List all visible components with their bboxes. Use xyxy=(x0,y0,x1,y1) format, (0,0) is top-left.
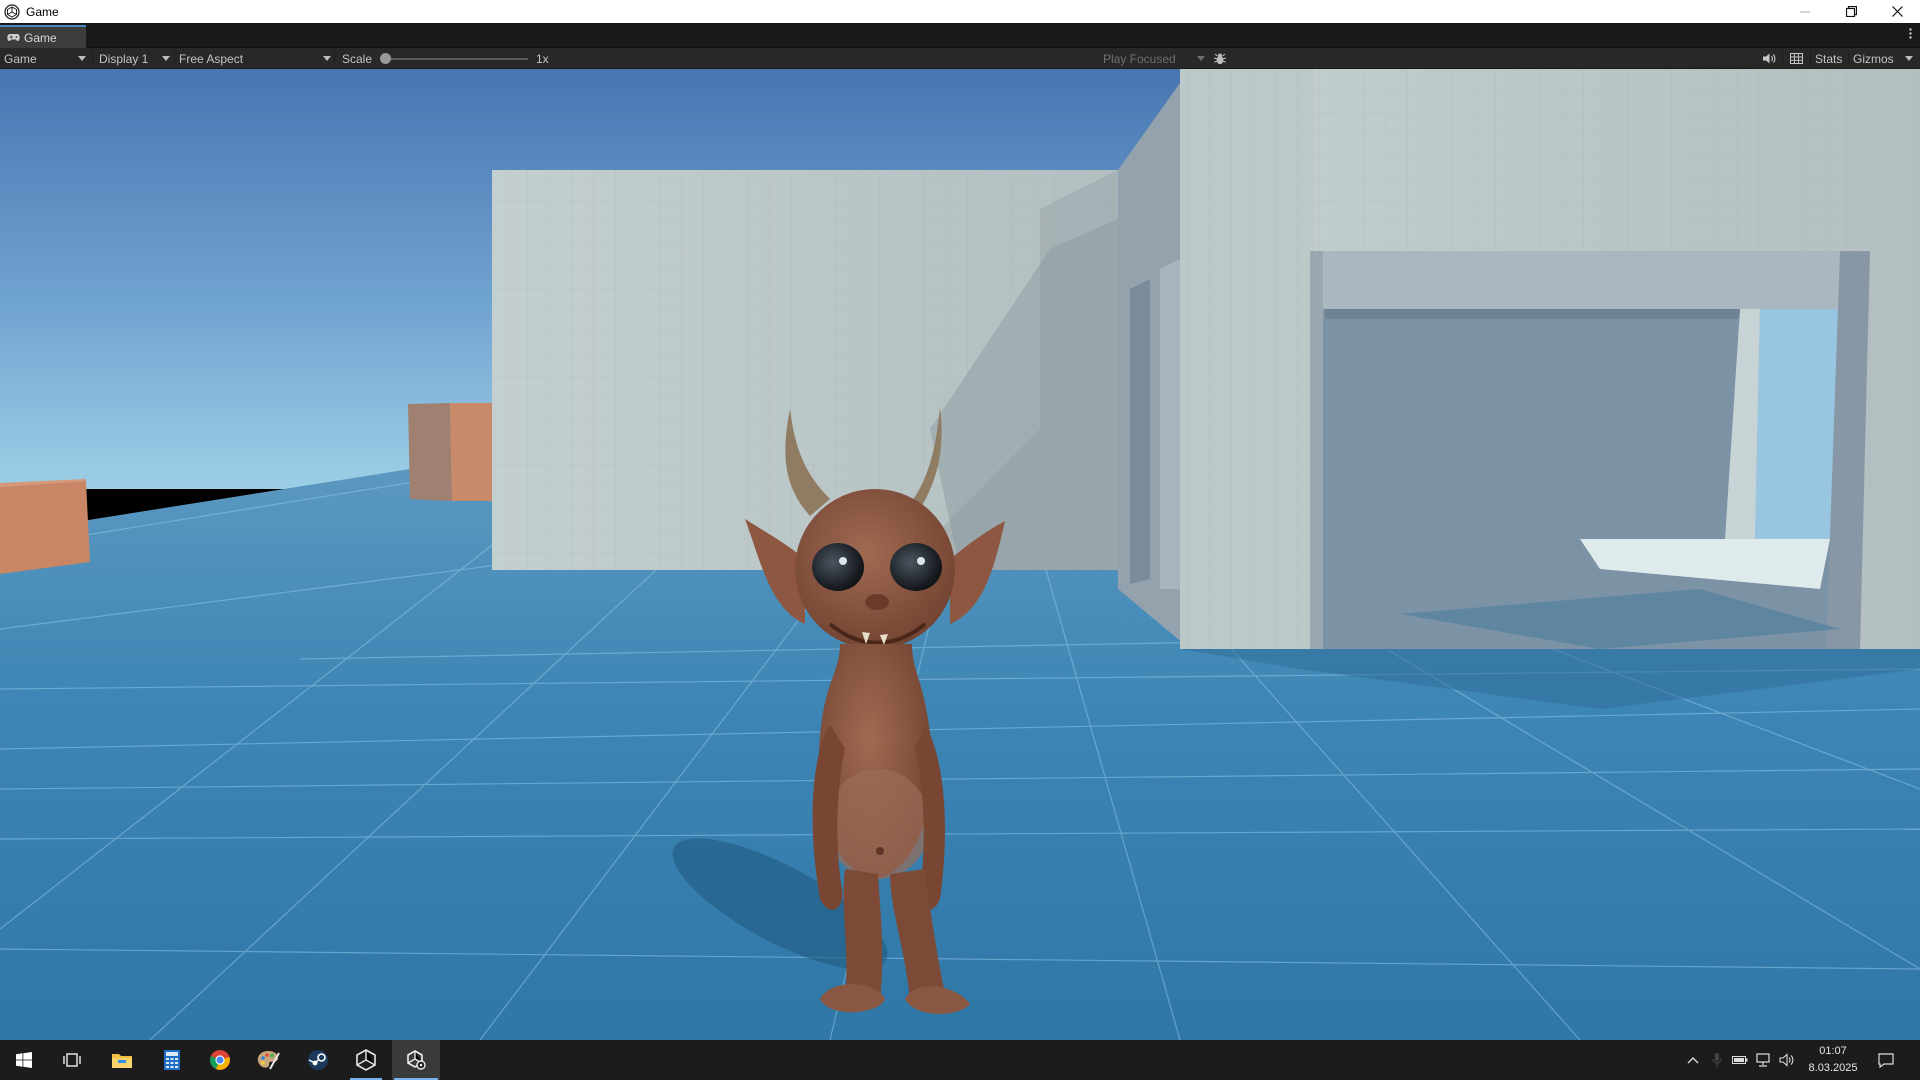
unity-editor-icon[interactable] xyxy=(392,1040,440,1080)
chevron-up-icon[interactable] xyxy=(1683,1040,1703,1080)
mode-dropdown[interactable]: Game xyxy=(4,48,88,69)
paint-palette-icon[interactable] xyxy=(244,1040,292,1080)
scale-slider-handle[interactable] xyxy=(380,53,391,64)
toolbar-separator xyxy=(1848,51,1849,66)
clock-time: 01:07 xyxy=(1819,1045,1847,1057)
editor-tab-strip: Game xyxy=(0,23,1920,48)
calculator-icon[interactable] xyxy=(148,1040,196,1080)
play-mode-label: Play Focused xyxy=(1103,51,1176,66)
window-title: Game xyxy=(26,4,59,19)
close-icon xyxy=(1891,6,1903,17)
minimize-button[interactable] xyxy=(1782,0,1828,23)
windows-taskbar: 01:07 8.03.2025 xyxy=(0,1040,1920,1080)
gizmos-button[interactable]: Gizmos xyxy=(1853,48,1894,69)
toolbar-separator xyxy=(1782,51,1783,66)
display-dropdown[interactable]: Display 1 xyxy=(99,48,173,69)
minimize-icon xyxy=(1800,7,1810,17)
gamepad-icon xyxy=(7,31,20,45)
screen: Game Game Game Display 1 Free Aspect Sca… xyxy=(0,0,1920,1080)
tab-game-label: Game xyxy=(24,30,57,45)
window-titlebar[interactable]: Game xyxy=(0,0,1920,23)
unity-icon xyxy=(4,3,20,20)
mode-dropdown-label: Game xyxy=(4,51,37,66)
task-view-icon[interactable] xyxy=(48,1040,96,1080)
chevron-down-icon xyxy=(162,56,170,61)
volume-icon[interactable] xyxy=(1776,1040,1798,1080)
notification-icon[interactable] xyxy=(1866,1040,1906,1080)
aspect-dropdown[interactable]: Free Aspect xyxy=(179,48,333,69)
display-dropdown-label: Display 1 xyxy=(99,51,149,66)
file-explorer-icon[interactable] xyxy=(98,1040,146,1080)
scale-slider-track[interactable] xyxy=(386,58,528,60)
toolbar-separator xyxy=(1810,51,1811,66)
restore-icon xyxy=(1845,6,1857,17)
aspect-dropdown-label: Free Aspect xyxy=(179,51,244,66)
more-vertical-icon[interactable] xyxy=(1909,28,1912,41)
restore-button[interactable] xyxy=(1828,0,1874,23)
game-scene xyxy=(0,69,1920,1040)
toolbar-separator xyxy=(334,51,335,66)
toolbar-separator xyxy=(92,51,93,66)
battery-icon[interactable] xyxy=(1730,1040,1750,1080)
chrome-icon[interactable] xyxy=(196,1040,244,1080)
chevron-down-icon xyxy=(78,56,86,61)
toolbar-separator xyxy=(174,51,175,66)
clock-date: 8.03.2025 xyxy=(1808,1062,1858,1074)
microphone-icon[interactable] xyxy=(1708,1040,1726,1080)
windows-start-icon[interactable] xyxy=(0,1040,48,1080)
network-icon[interactable] xyxy=(1753,1040,1773,1080)
grid-icon[interactable] xyxy=(1790,48,1803,69)
taskbar-clock[interactable]: 01:07 8.03.2025 xyxy=(1798,1043,1868,1077)
bug-icon[interactable] xyxy=(1213,48,1227,69)
chevron-down-icon xyxy=(1197,56,1205,61)
play-mode-dropdown[interactable]: Play Focused xyxy=(1103,48,1205,69)
stats-button[interactable]: Stats xyxy=(1815,48,1842,69)
scale-value: 1x xyxy=(536,51,549,66)
chevron-down-icon xyxy=(323,56,331,61)
speaker-icon[interactable] xyxy=(1763,48,1776,69)
steam-icon[interactable] xyxy=(294,1040,342,1080)
tab-game[interactable]: Game xyxy=(0,25,86,48)
unity-hub-icon[interactable] xyxy=(342,1040,390,1080)
gizmos-dropdown-arrow[interactable] xyxy=(1905,56,1913,61)
scale-label: Scale xyxy=(342,51,373,66)
close-button[interactable] xyxy=(1874,0,1920,23)
game-view-toolbar: Game Display 1 Free Aspect Scale 1x Play… xyxy=(0,48,1920,69)
game-viewport[interactable] xyxy=(0,69,1920,1040)
